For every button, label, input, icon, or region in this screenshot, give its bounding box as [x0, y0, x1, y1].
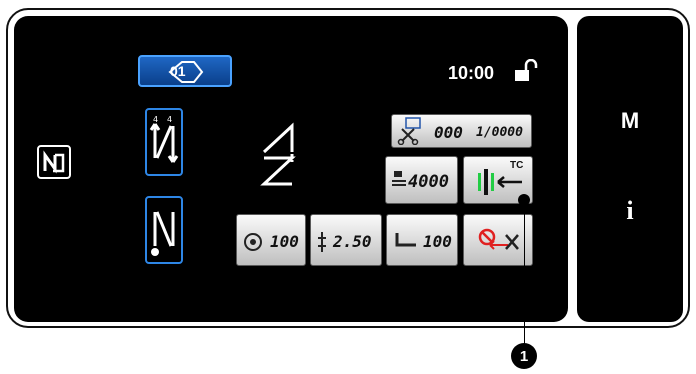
presser-foot-icon: [395, 233, 416, 247]
thread-trim-prohibit-icon: [478, 228, 519, 250]
info-button[interactable]: i: [610, 196, 650, 228]
pitch-button[interactable]: 2.50: [310, 214, 382, 266]
pattern-button[interactable]: 01: [138, 55, 232, 87]
presser-button[interactable]: 4000: [385, 156, 458, 204]
counter-value: 000: [434, 123, 463, 142]
stitch-pattern-graphic: [258, 118, 298, 190]
thread-cut-counter-icon: [397, 117, 421, 145]
stitch-pitch-icon: [318, 232, 326, 252]
callout-line: [524, 200, 525, 348]
mode-button[interactable]: M: [610, 108, 650, 138]
svg-text:4: 4: [167, 115, 172, 124]
presser-value: 4000: [408, 172, 449, 192]
callout-number: 1: [511, 343, 537, 369]
pattern-number: 01: [170, 63, 186, 79]
speed-icon: [244, 233, 262, 251]
counter-total: 1/0000: [476, 125, 523, 140]
svg-text:4: 4: [153, 115, 158, 124]
clock-time: 10:00: [448, 63, 495, 83]
callout-dot: [518, 194, 530, 206]
foot-value: 100: [423, 232, 452, 251]
speed-button[interactable]: 100: [236, 214, 306, 266]
speed-value: 100: [270, 232, 299, 251]
thread-trim-prohibit-button[interactable]: [463, 214, 533, 266]
tension-label: TC: [510, 160, 524, 171]
presser-height-icon: [392, 171, 406, 186]
thread-trim-counter-button[interactable]: 000 1/0000: [391, 114, 532, 148]
nfc-icon: [37, 145, 71, 179]
side-panel: [577, 16, 683, 322]
reverse-stitch-start-icon: 4 4: [149, 115, 179, 163]
reverse-stitch-start-button[interactable]: 4 4: [145, 108, 183, 176]
presser-foot-button[interactable]: 100: [386, 214, 458, 266]
reverse-stitch-end-icon: [151, 211, 175, 256]
pitch-value: 2.50: [333, 232, 372, 251]
unlock-icon[interactable]: [513, 58, 539, 83]
reverse-stitch-end-button[interactable]: [145, 196, 183, 264]
